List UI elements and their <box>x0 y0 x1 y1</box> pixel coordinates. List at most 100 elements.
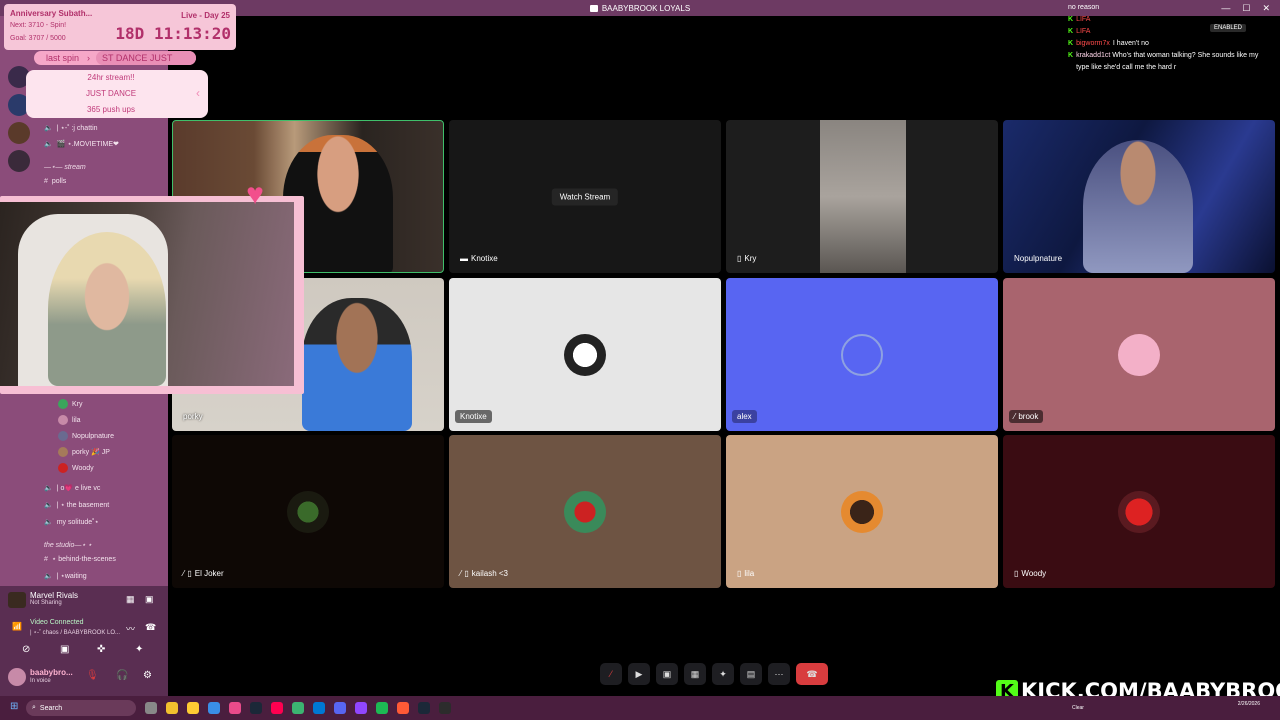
server-icon[interactable] <box>8 150 30 172</box>
video-button[interactable]: ▶ <box>628 663 650 685</box>
mic-muted-icon: ⁄ <box>183 569 185 578</box>
tile-name: ⁄ ▯ El Joker <box>183 569 224 578</box>
xbox-icon[interactable] <box>292 702 304 714</box>
spotify-icon[interactable] <box>376 702 388 714</box>
stream-button[interactable]: ▣ <box>145 594 154 605</box>
speaker-icon: 🔈 <box>44 141 53 148</box>
tile-name: Knotixe <box>455 410 492 423</box>
weather-status[interactable]: Clear <box>1072 705 1084 711</box>
steam-icon[interactable] <box>250 702 262 714</box>
video-tile[interactable]: Watch Stream ▬ Knotixe <box>449 120 721 273</box>
gift-icon[interactable]: ▤ <box>740 663 762 685</box>
mic-muted-icon[interactable]: 🎙 <box>86 670 99 681</box>
activities-button[interactable]: ▦ <box>684 663 706 685</box>
task-view-icon[interactable] <box>145 702 157 714</box>
discord-icon[interactable] <box>334 702 346 714</box>
kick-icon: K <box>1068 40 1074 47</box>
user-name[interactable]: baabybro... <box>30 668 73 677</box>
hash-icon: # <box>44 178 48 185</box>
steam-icon[interactable] <box>418 702 430 714</box>
channel-live-vc[interactable]: 🔈 | o💗 e live vc <box>44 484 100 492</box>
screen-share-button[interactable]: ▣ <box>656 663 678 685</box>
avatar[interactable] <box>8 668 26 686</box>
activities-button[interactable]: ✜ <box>97 644 105 655</box>
file-explorer-icon[interactable] <box>166 702 178 714</box>
connection-channel[interactable]: | ⋆-˚ chaos / BAABYBROOK LO... <box>30 629 120 636</box>
video-tile[interactable]: ▯ lila <box>726 435 998 588</box>
taskbar-search[interactable]: ⌕ Search <box>26 700 136 716</box>
chrome-icon[interactable] <box>208 702 220 714</box>
phone-icon: ▯ <box>737 569 742 578</box>
category-stream[interactable]: —⋆— stream <box>44 163 86 171</box>
kick-icon: K <box>1068 16 1074 23</box>
screen-share-button[interactable]: ▣ <box>60 644 69 655</box>
avatar <box>564 490 606 533</box>
windows-start-icon[interactable]: ⊞ <box>10 701 18 712</box>
tile-name: ▯ lila <box>737 569 755 578</box>
hangup-button[interactable]: ☎ <box>796 663 828 685</box>
video-tile[interactable]: ▯ Woody <box>1003 435 1275 588</box>
folder-icon[interactable] <box>187 702 199 714</box>
avatar <box>58 463 68 473</box>
watch-stream-button[interactable]: Watch Stream <box>551 188 619 205</box>
app-icon[interactable] <box>229 702 241 714</box>
subathon-next: Next: 3710 - Spin! <box>10 22 67 29</box>
tile-name: ⁄ brook <box>1009 410 1044 423</box>
video-tile[interactable]: Knotixe <box>449 278 721 431</box>
video-tile[interactable]: ⁄ ▯ kailash <3 <box>449 435 721 588</box>
voice-user-lila[interactable]: lila <box>58 415 81 425</box>
channel-basement[interactable]: 🔈 | ⋆ the basement <box>44 501 109 509</box>
subathon-timer: 18D 11:13:20 <box>115 24 231 43</box>
obs-icon[interactable] <box>439 702 451 714</box>
voice-user-porky[interactable]: porky 🎉 JP <box>58 447 110 457</box>
wheel-item: 24hr stream!! <box>87 73 135 82</box>
channel-polls[interactable]: # polls <box>44 178 66 185</box>
share-button[interactable]: ▦ <box>126 594 135 605</box>
brave-icon[interactable] <box>397 702 409 714</box>
noise-suppression-icon[interactable]: 〰 <box>126 622 135 635</box>
live-day: Live - Day 25 <box>181 11 230 20</box>
video-tile[interactable]: alex <box>726 278 998 431</box>
channel-solitude[interactable]: 🔈 my solitude˚⋆ <box>44 518 99 526</box>
wheel-menu: 24hr stream!! JUST DANCE 365 push ups ‹ <box>26 70 208 118</box>
store-icon[interactable] <box>313 702 325 714</box>
phone-icon: ▯ <box>1014 569 1019 578</box>
more-options-button[interactable]: ⋯ <box>768 663 790 685</box>
headphones-icon[interactable]: 🎧 <box>116 670 128 681</box>
channel-chattin[interactable]: 🔈 | ⋆-˚ :j chattin <box>44 124 98 132</box>
voice-user-nopulpnature[interactable]: Nopulpnature <box>58 431 114 441</box>
connection-status[interactable]: Video Connected <box>30 619 84 626</box>
channel-movietime[interactable]: 🔈 🎬 ⋆.MOVIETIME❤ <box>44 140 119 148</box>
mute-button[interactable]: ⁄ <box>600 663 622 685</box>
clock[interactable]: 2/26/2026 <box>1238 700 1260 708</box>
gear-icon[interactable]: ⚙ <box>143 670 152 681</box>
avatar <box>841 490 883 533</box>
activity-game: Marvel Rivals <box>30 591 79 600</box>
video-tile[interactable]: Nopulpnature <box>1003 120 1275 273</box>
kick-icon: K <box>1068 52 1074 59</box>
phone-icon: ▯ <box>187 569 192 578</box>
taskbar: ⊞ ⌕ Search Clear 2/26/2026 <box>0 696 1280 720</box>
server-icon[interactable] <box>8 122 30 144</box>
tiktok-icon[interactable] <box>271 702 283 714</box>
video-tile[interactable]: ⁄ ▯ El Joker <box>172 435 444 588</box>
tile-name: ⁄ ▯ kailash <3 <box>460 569 508 578</box>
soundboard-button[interactable]: ✦ <box>712 663 734 685</box>
channel-waiting[interactable]: 🔈 | ⋆waiting <box>44 572 87 580</box>
streamer <box>48 232 166 386</box>
activity-status: Not Sharing <box>30 600 62 606</box>
twitch-icon[interactable] <box>355 702 367 714</box>
wheel-item: JUST DANCE <box>85 89 137 98</box>
tile-name: porky <box>183 412 203 421</box>
last-spin-widget: last spin › ST DANCE JUST <box>34 51 196 65</box>
discord-icon <box>841 333 883 376</box>
channel-behind-the-scenes[interactable]: # ⋆ behind-the-scenes <box>44 555 116 564</box>
soundboard-button[interactable]: ✦ <box>135 644 143 655</box>
category-studio[interactable]: the studio—⋆ ⋆ <box>44 541 92 549</box>
disconnect-icon[interactable]: ☎ <box>145 622 156 633</box>
voice-user-kry[interactable]: Kry <box>58 399 83 409</box>
camera-off-button[interactable]: ⊘ <box>22 644 30 655</box>
video-tile[interactable]: ⁄ brook <box>1003 278 1275 431</box>
voice-user-woody[interactable]: Woody <box>58 463 94 473</box>
video-tile[interactable]: ▯ Kry <box>726 120 998 273</box>
